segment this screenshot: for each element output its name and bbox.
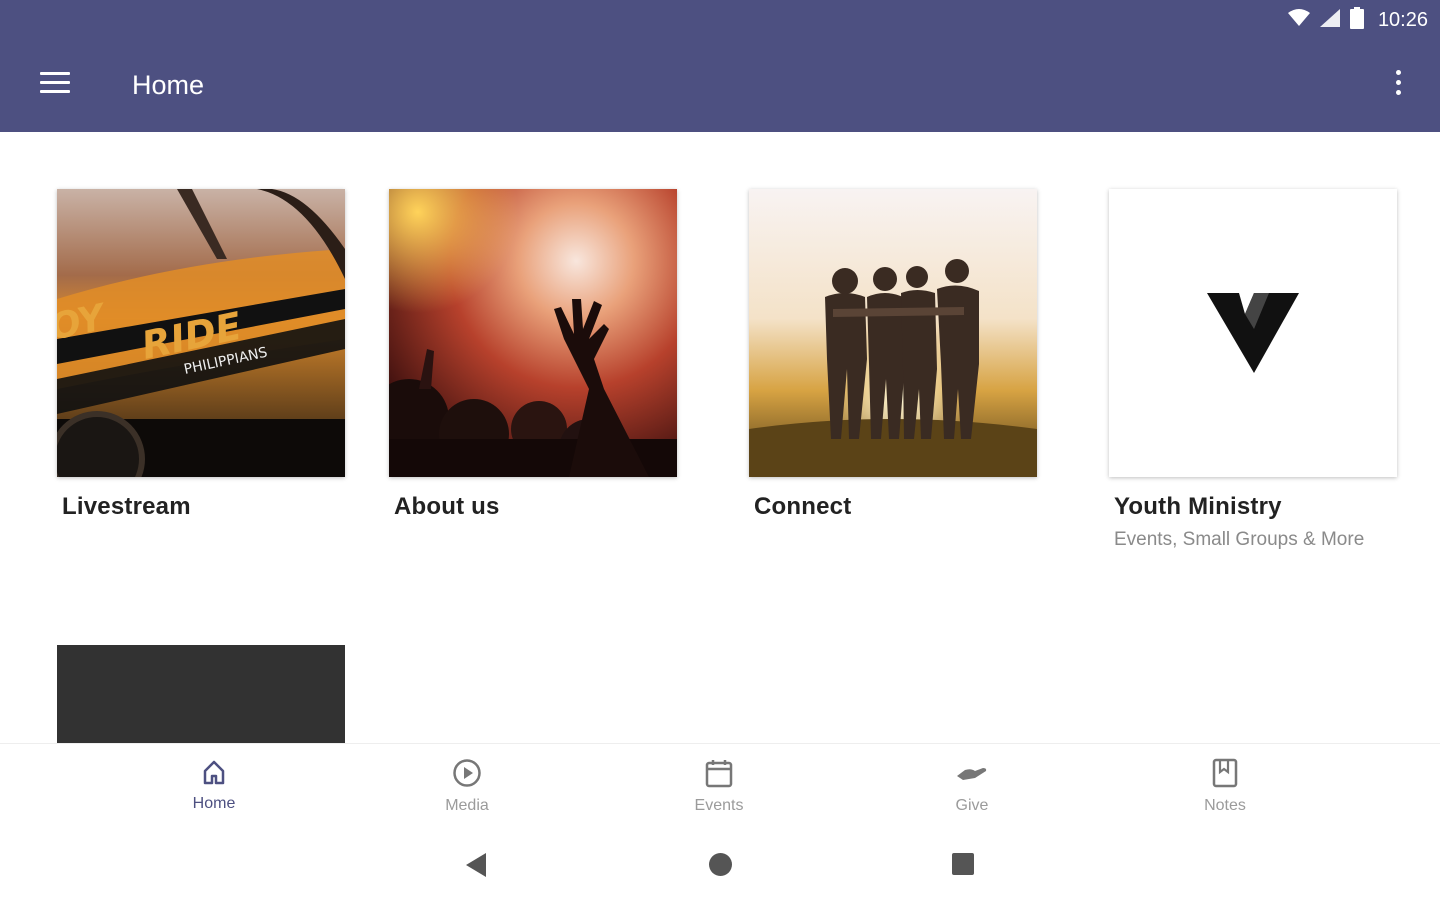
nav-label: Notes [1204, 797, 1246, 814]
app-bar: 10:26 Home [0, 0, 1440, 132]
notes-icon [1211, 758, 1239, 792]
nav-item-give[interactable]: Give [912, 758, 1032, 815]
play-circle-icon [452, 759, 482, 792]
worship-concert-image [389, 189, 677, 477]
back-icon[interactable] [466, 853, 486, 877]
card-title: Livestream [62, 493, 191, 520]
page-title: Home [132, 70, 205, 100]
card-partial[interactable] [57, 645, 345, 745]
friends-sunset-image [749, 189, 1037, 477]
card-livestream[interactable]: OY RIDE PHILIPPIANS Livestream [57, 189, 345, 521]
card-youth-ministry[interactable]: Youth Ministry Events, Small Groups & Mo… [1109, 189, 1397, 551]
nav-label: Give [955, 797, 989, 814]
status-bar: 10:26 [1287, 6, 1428, 34]
battery-icon [1349, 6, 1364, 34]
nav-label: Events [694, 797, 744, 814]
calendar-icon [704, 760, 734, 792]
card-connect[interactable]: Connect [749, 189, 1037, 521]
give-hand-icon [955, 768, 989, 792]
nav-label: Media [445, 797, 489, 814]
wifi-icon [1287, 8, 1310, 32]
signal-icon [1319, 8, 1340, 32]
card-title: Youth Ministry [1114, 493, 1282, 520]
nav-item-notes[interactable]: Notes [1165, 758, 1285, 815]
menu-icon[interactable] [40, 72, 70, 98]
car-livestream-image: OY RIDE PHILIPPIANS [57, 189, 345, 477]
more-vert-icon[interactable] [1394, 70, 1402, 98]
card-title: About us [394, 493, 500, 520]
nav-label: Home [192, 795, 236, 812]
nav-item-home[interactable]: Home [154, 758, 274, 813]
v-logo-image [1109, 189, 1397, 477]
home-circle-icon[interactable] [709, 853, 732, 876]
card-subtitle: Events, Small Groups & More [1114, 529, 1365, 550]
card-about-us[interactable]: About us [389, 189, 677, 521]
card-title: Connect [754, 493, 852, 520]
bottom-nav: Home Media Events Give Notes [0, 743, 1440, 834]
status-time: 10:26 [1377, 8, 1428, 31]
nav-item-media[interactable]: Media [407, 758, 527, 815]
nav-item-events[interactable]: Events [659, 758, 779, 815]
home-icon [200, 760, 228, 790]
recents-icon[interactable] [952, 853, 974, 875]
system-nav-bar [0, 833, 1440, 900]
